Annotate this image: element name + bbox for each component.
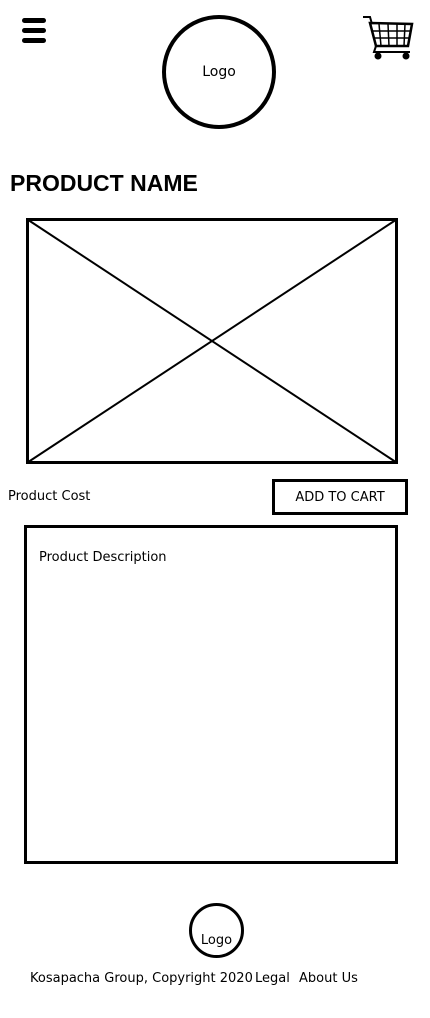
product-description-box: Product Description xyxy=(24,525,398,864)
hamburger-line xyxy=(22,38,46,43)
product-cost: Product Cost xyxy=(8,489,91,504)
product-name: PRODUCT NAME xyxy=(10,170,198,196)
hamburger-line xyxy=(22,18,46,23)
header-logo[interactable]: Logo xyxy=(162,15,276,129)
image-placeholder-icon xyxy=(26,218,398,464)
footer-logo[interactable]: Logo xyxy=(189,903,244,958)
add-to-cart-button[interactable]: ADD TO CART xyxy=(272,479,408,515)
product-image-placeholder xyxy=(26,218,398,464)
shopping-cart-icon[interactable] xyxy=(362,14,414,60)
footer-about-link[interactable]: About Us xyxy=(299,971,358,986)
footer-logo-text: Logo xyxy=(200,933,233,948)
header-logo-text: Logo xyxy=(202,64,236,80)
footer-copyright: Kosapacha Group, Copyright 2020 xyxy=(30,971,253,986)
hamburger-menu-icon[interactable] xyxy=(22,18,46,44)
product-description: Product Description xyxy=(39,550,167,565)
footer-legal-link[interactable]: Legal xyxy=(255,971,290,986)
cart-svg xyxy=(363,16,414,60)
hamburger-line xyxy=(22,28,46,33)
